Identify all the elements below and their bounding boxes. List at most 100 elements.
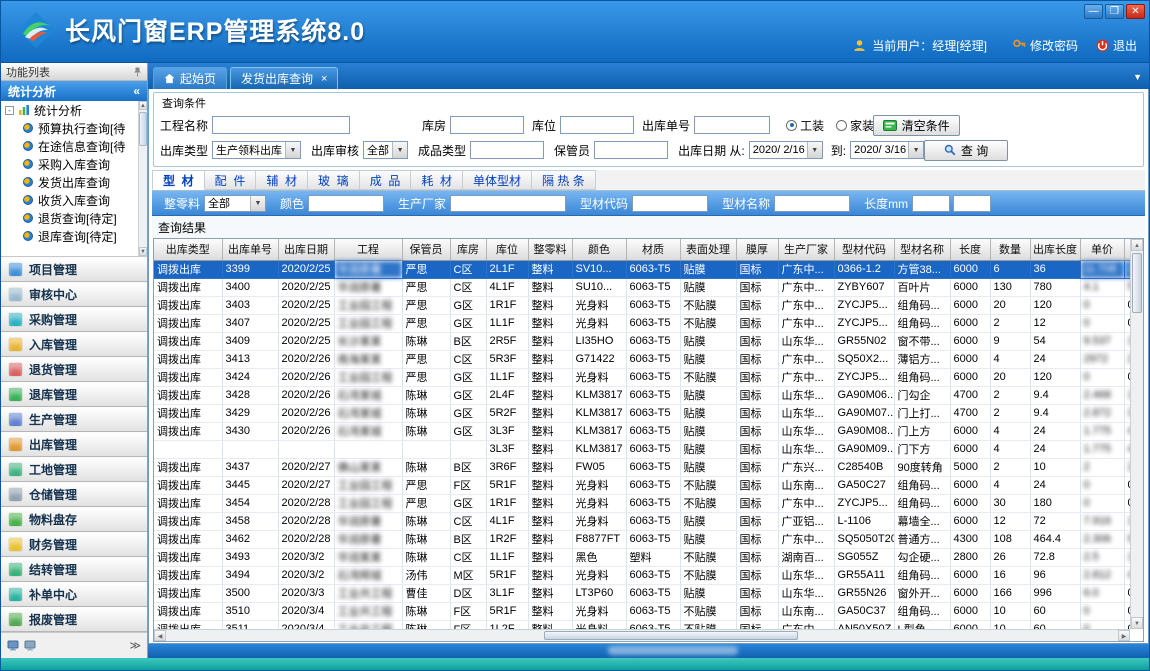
sidebar-item-3[interactable]: 入库管理 — [1, 332, 147, 357]
tab-shipment-outbound-query[interactable]: 发货出库查询 × — [230, 67, 338, 89]
logout-link[interactable]: 退出 — [1096, 37, 1137, 54]
material-tab-1[interactable]: 配 件 — [205, 170, 257, 190]
table-row[interactable]: 调拨出库34032020/2/25工业园工程严思G区1R1F整料光身料6063-… — [154, 296, 1130, 314]
table-row[interactable]: 调拨出库35102020/3/4工业共工程陈琳F区5R1F整料光身料6063-T… — [154, 602, 1130, 620]
material-tab-2[interactable]: 辅 材 — [256, 170, 308, 190]
column-header[interactable]: 材质 — [626, 239, 680, 260]
column-header[interactable]: 长度 — [950, 239, 990, 260]
scrollbar-thumb[interactable] — [139, 112, 147, 146]
table-row[interactable]: 调拨出库34282020/2/26石湾某城陈琳G区2L4F整料KLM381760… — [154, 386, 1130, 404]
table-row[interactable]: 调拨出库35112020/3/4工业共工程陈琳F区1L2F整料光身料6063-T… — [154, 620, 1130, 629]
table-row[interactable]: 调拨出库34452020/2/27工业园工程严思F区5R1F整料光身料6063-… — [154, 476, 1130, 494]
length-min-input[interactable] — [912, 195, 950, 212]
scrollbar-thumb[interactable] — [544, 631, 798, 640]
project-name-input[interactable] — [212, 116, 350, 134]
monitor-icon[interactable] — [7, 640, 19, 651]
keeper-input[interactable] — [594, 141, 668, 159]
material-tab-7[interactable]: 隔 热 条 — [532, 170, 596, 190]
column-header[interactable]: 颜色 — [572, 239, 626, 260]
column-header[interactable]: 出库长度 — [1030, 239, 1080, 260]
radio-jiazhuang[interactable] — [836, 120, 847, 131]
out-type-select[interactable]: 生产领料出库▼ — [212, 141, 301, 159]
column-header[interactable]: 膜厚 — [736, 239, 778, 260]
material-tab-5[interactable]: 耗 材 — [411, 170, 463, 190]
whole-part-select[interactable]: 全部▼ — [204, 195, 266, 212]
material-tab-0[interactable]: 型 材 — [152, 170, 205, 190]
tab-close-icon[interactable]: × — [321, 73, 327, 85]
tree-expander-icon[interactable]: - — [5, 106, 14, 115]
search-button[interactable]: 查 询 — [924, 140, 1008, 161]
sidebar-item-5[interactable]: 退库管理 — [1, 382, 147, 407]
tree-item-6[interactable]: 退库查询[待定] — [1, 227, 138, 245]
column-header[interactable]: 生产厂家 — [778, 239, 834, 260]
sidebar-item-10[interactable]: 物料盘存 — [1, 507, 147, 532]
color-input[interactable] — [308, 195, 384, 212]
profile-name-input[interactable] — [774, 195, 850, 212]
collapse-icon[interactable]: « — [133, 84, 140, 98]
tree-scrollbar[interactable]: ▲ ▼ — [138, 101, 147, 256]
table-row[interactable]: 调拨出库34542020/2/28工业园工程严思G区1R1F整料光身料6063-… — [154, 494, 1130, 512]
material-tab-6[interactable]: 单体型材 — [463, 170, 532, 190]
column-header[interactable]: 出库日期 — [278, 239, 334, 260]
profile-code-input[interactable] — [632, 195, 708, 212]
table-row[interactable]: 调拨出库34302020/2/26石湾某城陈琳G区3L3F整料KLM381760… — [154, 422, 1130, 440]
tree-item-2[interactable]: 采购入库查询 — [1, 155, 138, 173]
column-header[interactable]: 表面处理 — [680, 239, 736, 260]
sidebar-item-9[interactable]: 仓储管理 — [1, 482, 147, 507]
table-row[interactable]: 调拨出库34002020/2/25华润原著严思C区4L1F整料SU10...60… — [154, 278, 1130, 296]
minimize-button[interactable]: — — [1084, 4, 1103, 19]
sidebar-item-6[interactable]: 生产管理 — [1, 407, 147, 432]
table-row[interactable]: 调拨出库34942020/3/2石湾辉城汤伟M区5R1F整料光身料6063-T5… — [154, 566, 1130, 584]
location-input[interactable] — [560, 116, 634, 134]
column-header[interactable]: 保管员 — [402, 239, 450, 260]
order-no-input[interactable] — [694, 116, 770, 134]
date-to-picker[interactable]: 2020/ 3/16▼ — [850, 141, 924, 159]
tree-item-4[interactable]: 收货入库查询 — [1, 191, 138, 209]
pin-icon[interactable] — [133, 67, 142, 77]
maker-input[interactable] — [450, 195, 566, 212]
table-row[interactable]: 调拨出库35002020/3/3工业共工程曹佳D区3L1F整料LT3P60606… — [154, 584, 1130, 602]
column-header[interactable]: 库位 — [486, 239, 528, 260]
sidebar-item-7[interactable]: 出库管理 — [1, 432, 147, 457]
horizontal-scrollbar[interactable]: ◀ ▶ — [154, 629, 1130, 641]
table-row[interactable]: 调拨出库34622020/2/28华润原著陈琳B区1R2F整料F8877FT60… — [154, 530, 1130, 548]
scroll-left-icon[interactable]: ◀ — [154, 630, 166, 641]
radio-gongzhuang[interactable] — [786, 120, 797, 131]
clear-conditions-button[interactable]: 清空条件 — [873, 115, 960, 136]
material-tab-4[interactable]: 成 品 — [360, 170, 412, 190]
table-row[interactable]: 调拨出库34072020/2/25工业园工程严思G区1L1F整料光身料6063-… — [154, 314, 1130, 332]
table-row[interactable]: 调拨出库34582020/2/28华润原著陈琳C区4L1F整料光身料6063-T… — [154, 512, 1130, 530]
change-password-link[interactable]: 修改密码 — [1013, 37, 1078, 54]
audit-select[interactable]: 全部▼ — [363, 141, 408, 159]
tree-root[interactable]: - 统计分析 — [1, 101, 138, 119]
column-header[interactable]: 工程 — [334, 239, 402, 260]
table-row[interactable]: 3L3F整料KLM38176063-T5贴膜国标山东华...GA90M09...… — [154, 440, 1130, 458]
sidebar-item-11[interactable]: 财务管理 — [1, 532, 147, 557]
tree-item-3[interactable]: 发货出库查询 — [1, 173, 138, 191]
tab-overflow-icon[interactable]: ▼ — [1133, 72, 1142, 82]
scroll-right-icon[interactable]: ▶ — [1118, 630, 1130, 641]
scroll-down-icon[interactable]: ▼ — [1131, 617, 1143, 629]
scroll-up-icon[interactable]: ▲ — [1131, 239, 1143, 251]
sidebar-item-8[interactable]: 工地管理 — [1, 457, 147, 482]
sidebar-item-1[interactable]: 审核中心 — [1, 282, 147, 307]
tree-item-0[interactable]: 预算执行查询[待 — [1, 119, 138, 137]
sidebar-item-13[interactable]: 补单中心 — [1, 582, 147, 607]
sidebar-item-14[interactable]: 报废管理 — [1, 607, 147, 632]
material-tab-3[interactable]: 玻 璃 — [308, 170, 360, 190]
scroll-up-icon[interactable]: ▲ — [139, 101, 147, 110]
tab-home[interactable]: 起始页 — [153, 67, 227, 89]
stats-section-header[interactable]: 统计分析 « — [1, 81, 147, 101]
scrollbar-thumb[interactable] — [1132, 253, 1142, 313]
tree-item-1[interactable]: 在途信息查询[待 — [1, 137, 138, 155]
table-row[interactable]: 调拨出库34292020/2/26石湾某城陈琳G区5R2F整料KLM381760… — [154, 404, 1130, 422]
product-type-input[interactable] — [470, 141, 544, 159]
vertical-scrollbar[interactable]: ▲ ▼ — [1130, 239, 1143, 629]
maximize-button[interactable]: ❐ — [1105, 4, 1124, 19]
table-row[interactable]: 调拨出库34092020/2/25长沙某某陈琳B区2R5F整料LI35HO606… — [154, 332, 1130, 350]
table-row[interactable]: 调拨出库34932020/3/2华润某某陈琳C区1L1F整料黑色塑料不贴膜国标湖… — [154, 548, 1130, 566]
column-header[interactable]: 库房 — [450, 239, 486, 260]
sidebar-item-0[interactable]: 项目管理 — [1, 257, 147, 282]
table-row[interactable]: 调拨出库34132020/2/26南海某某严思C区5R3F整料G71422606… — [154, 350, 1130, 368]
sidebar-item-12[interactable]: 结转管理 — [1, 557, 147, 582]
